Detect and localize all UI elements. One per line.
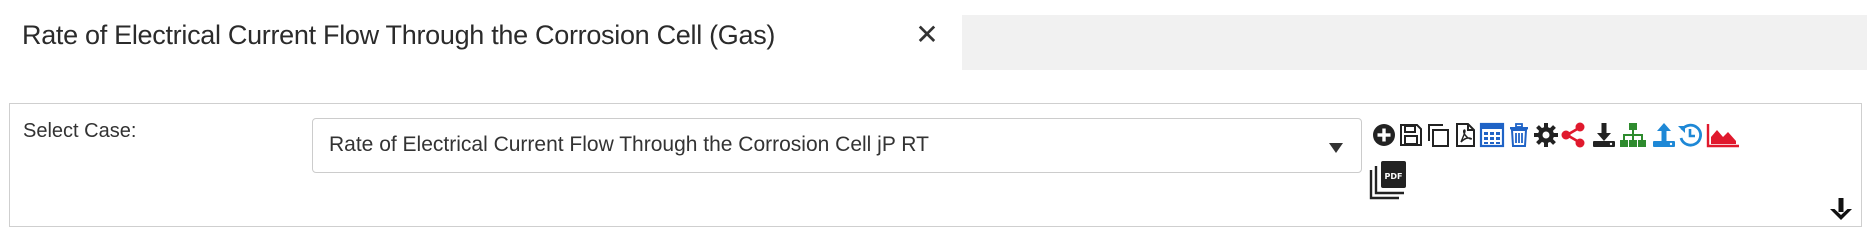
add-icon[interactable] [1370,121,1398,149]
case-select-dropdown[interactable]: Rate of Electrical Current Flow Through … [312,118,1362,173]
svg-text:PDF: PDF [1385,172,1403,181]
area-chart-icon[interactable] [1706,121,1740,149]
tab-title[interactable]: Rate of Electrical Current Flow Through … [22,20,775,51]
sitemap-icon[interactable] [1619,121,1647,149]
tab-bar-empty-area [962,15,1867,70]
calculator-icon[interactable] [1478,121,1506,149]
settings-icon[interactable] [1532,121,1560,149]
copy-icon[interactable] [1424,121,1452,149]
tab-active[interactable]: Rate of Electrical Current Flow Through … [0,0,960,72]
case-select-value: Rate of Electrical Current Flow Through … [329,133,929,156]
tab-bar: Rate of Electrical Current Flow Through … [0,0,1873,72]
pdf-icon[interactable] [1451,121,1479,149]
select-case-label: Select Case: [23,120,137,142]
arrow-down-icon[interactable] [1828,196,1854,222]
caret-down-icon [1329,143,1343,153]
download-icon[interactable] [1590,121,1618,149]
upload-icon[interactable] [1650,121,1678,149]
pdf-stack-icon[interactable]: PDF [1368,159,1408,201]
case-selection-panel: Select Case: Rate of Electrical Current … [9,103,1862,227]
delete-icon[interactable] [1505,121,1533,149]
save-icon[interactable] [1397,121,1425,149]
tab-close-button[interactable]: ✕ [912,20,942,50]
share-icon[interactable] [1559,121,1587,149]
history-icon[interactable] [1676,121,1704,149]
